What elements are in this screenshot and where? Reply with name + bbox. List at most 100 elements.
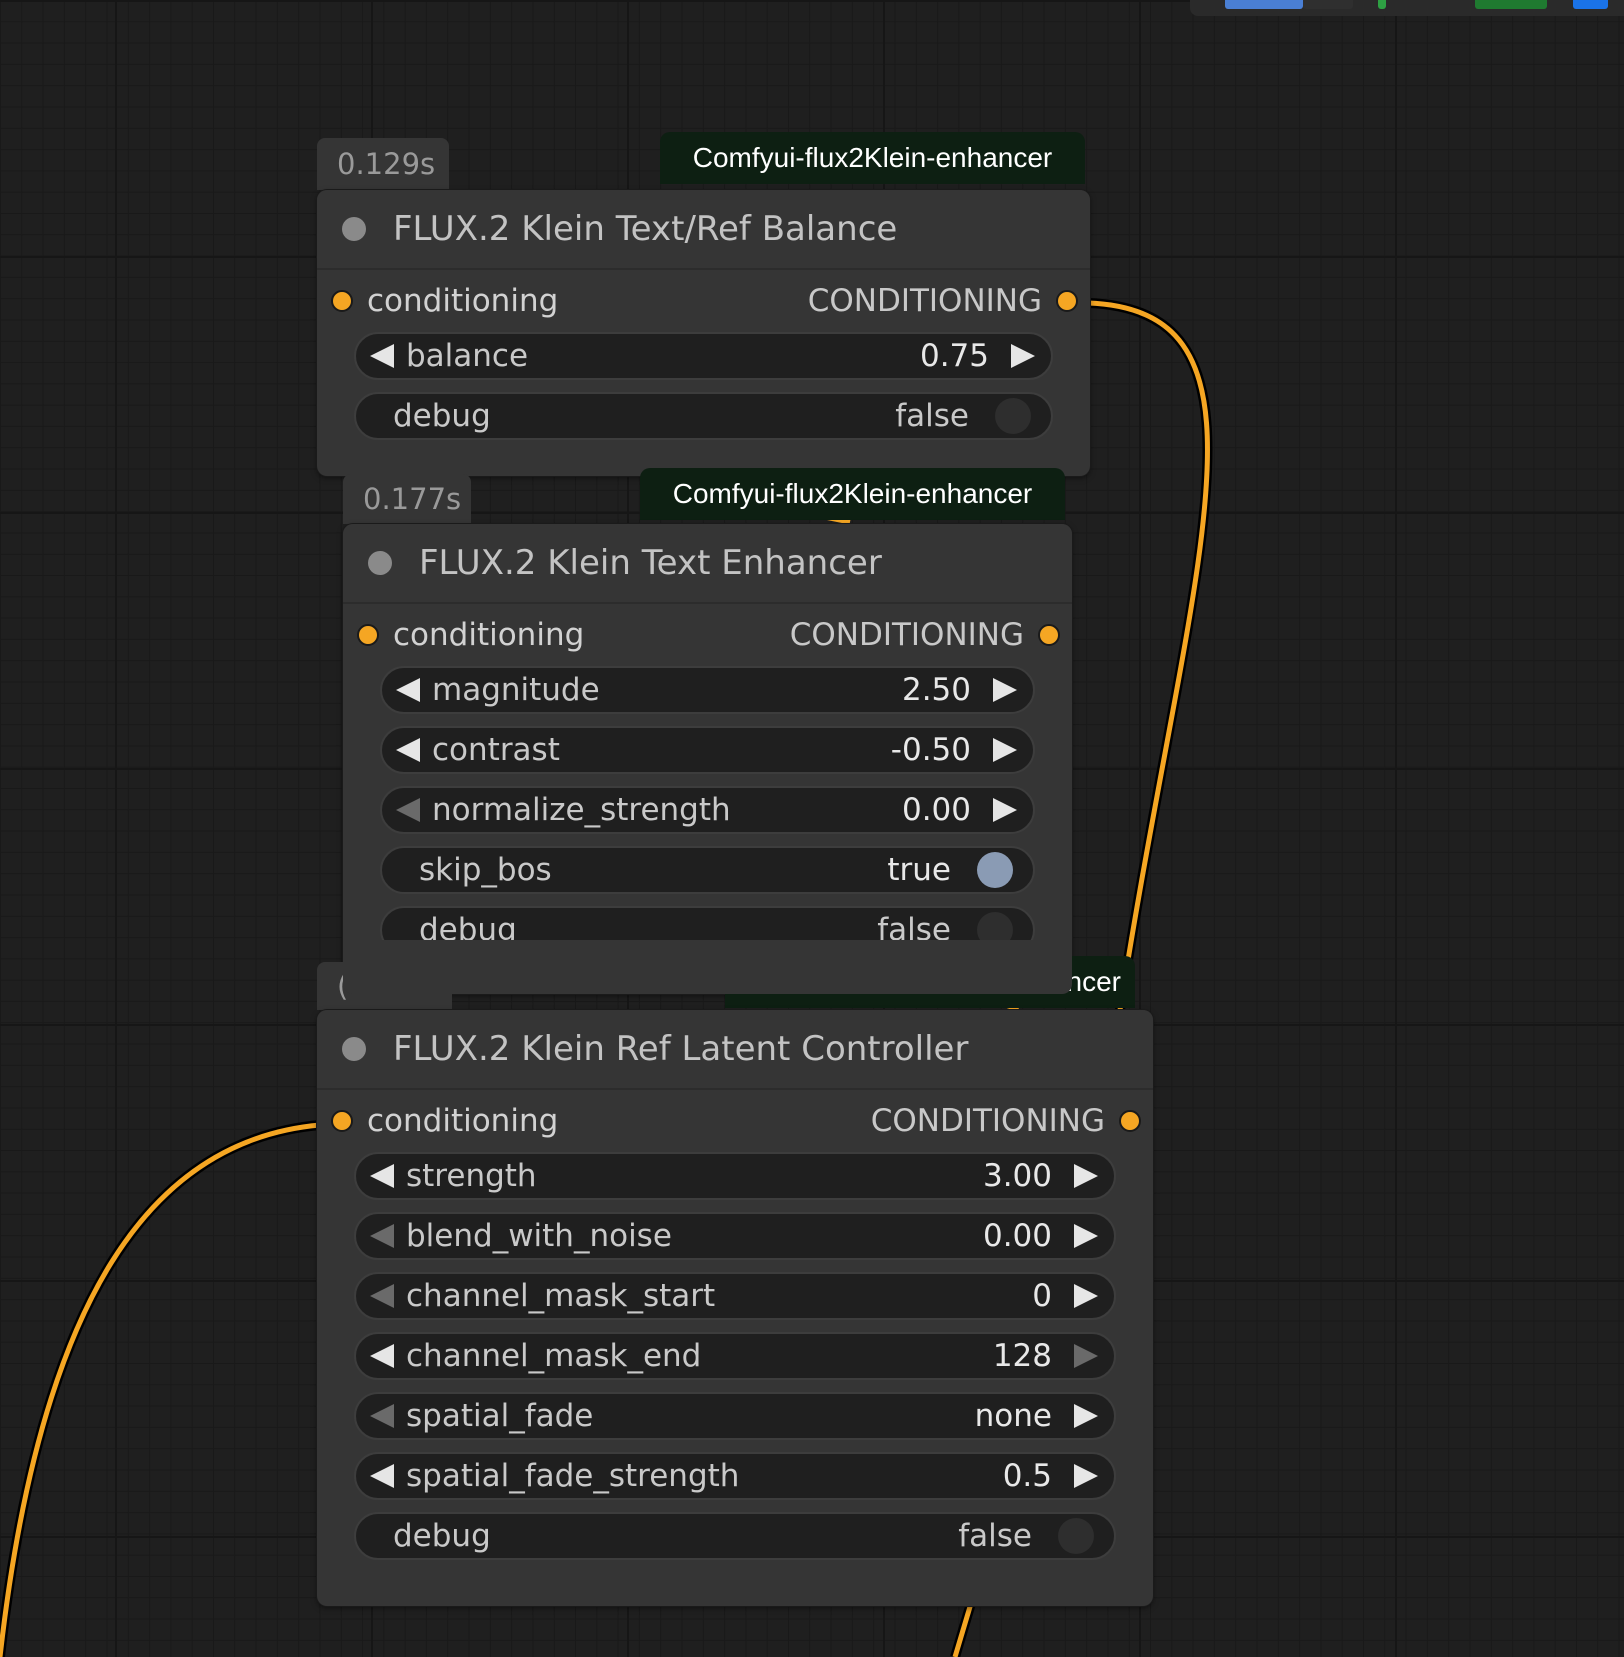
widget-strength[interactable]: strength 3.00	[354, 1152, 1116, 1200]
widget-label: contrast	[432, 732, 560, 768]
node-collapse-dot[interactable]	[368, 551, 392, 575]
graph-canvas[interactable]: 0.129s Comfyui-flux2Klein-enhancer FLUX.…	[0, 0, 1624, 1657]
toggle-knob[interactable]	[1058, 1518, 1094, 1554]
wire-node1-output[interactable]	[1087, 300, 1210, 1011]
input-slot-conditioning[interactable]	[331, 1110, 353, 1132]
node-text-enhancer[interactable]: FLUX.2 Klein Text Enhancer conditioning …	[343, 524, 1072, 994]
wire-node3-input[interactable]	[0, 1120, 321, 1657]
widget-value: 3.00	[982, 1158, 1052, 1194]
output-slot-conditioning[interactable]	[1038, 624, 1060, 646]
decrement-arrow-icon[interactable]	[396, 798, 420, 822]
widget-value: none	[974, 1398, 1052, 1434]
widget-contrast[interactable]: contrast -0.50	[380, 726, 1035, 774]
toolbar-segment[interactable]	[1303, 0, 1353, 9]
widget-skip-bos[interactable]: skip_bos true	[380, 846, 1035, 894]
node-ref-latent-controller[interactable]: FLUX.2 Klein Ref Latent Controller condi…	[317, 1010, 1153, 1606]
output-slot-conditioning[interactable]	[1056, 290, 1078, 312]
wire-node1-output[interactable]	[1087, 298, 1213, 1011]
widget-label: normalize_strength	[432, 792, 731, 828]
top-toolbar	[1190, 0, 1624, 16]
input-label: conditioning	[393, 617, 585, 653]
increment-arrow-icon[interactable]	[993, 738, 1017, 762]
node-collapse-dot[interactable]	[342, 217, 366, 241]
widget-debug[interactable]: debug false	[354, 392, 1053, 440]
node-title-bar[interactable]: FLUX.2 Klein Text/Ref Balance	[317, 190, 1090, 270]
decrement-arrow-icon[interactable]	[396, 738, 420, 762]
widget-normalize-strength[interactable]: normalize_strength 0.00	[380, 786, 1035, 834]
increment-arrow-icon[interactable]	[1074, 1344, 1098, 1368]
increment-arrow-icon[interactable]	[1011, 344, 1035, 368]
decrement-arrow-icon[interactable]	[396, 678, 420, 702]
widget-magnitude[interactable]: magnitude 2.50	[380, 666, 1035, 714]
node-source-badge: Comfyui-flux2Klein-enhancer	[660, 132, 1085, 184]
node-source-badge: Comfyui-flux2Klein-enhancer	[640, 468, 1065, 520]
node-title: FLUX.2 Klein Ref Latent Controller	[393, 1029, 969, 1069]
toolbar-segment[interactable]	[1225, 0, 1303, 9]
widget-value: 128	[992, 1338, 1052, 1374]
node-collapse-dot[interactable]	[342, 1037, 366, 1061]
widget-value: 2.50	[901, 672, 971, 708]
output-slot-conditioning[interactable]	[1119, 1110, 1141, 1132]
decrement-arrow-icon[interactable]	[370, 1344, 394, 1368]
widget-value: 0.75	[919, 338, 989, 374]
widget-value: false	[895, 398, 969, 434]
increment-arrow-icon[interactable]	[1074, 1404, 1098, 1428]
toggle-knob[interactable]	[995, 398, 1031, 434]
widget-label: spatial_fade_strength	[406, 1458, 740, 1494]
input-slot-conditioning[interactable]	[357, 624, 379, 646]
widget-channel-mask-start[interactable]: channel_mask_start 0	[354, 1272, 1116, 1320]
widget-value: true	[887, 852, 951, 888]
node-source-label: ncer	[1066, 966, 1121, 997]
widget-channel-mask-end[interactable]: channel_mask_end 128	[354, 1332, 1116, 1380]
widget-value: 0	[1032, 1278, 1052, 1314]
node-io-row: conditioning CONDITIONING	[317, 1090, 1153, 1152]
input-label: conditioning	[367, 283, 559, 319]
toolbar-segment	[1475, 0, 1547, 9]
node-title: FLUX.2 Klein Text/Ref Balance	[393, 209, 898, 249]
widget-debug[interactable]: debug false	[354, 1512, 1116, 1560]
node-source-label: Comfyui-flux2Klein-enhancer	[692, 142, 1053, 173]
decrement-arrow-icon[interactable]	[370, 1404, 394, 1428]
execution-time: 0.177s	[363, 482, 462, 516]
node-title: FLUX.2 Klein Text Enhancer	[419, 543, 882, 583]
node-title-bar[interactable]: FLUX.2 Klein Text Enhancer	[343, 524, 1072, 604]
widget-label: balance	[406, 338, 529, 374]
decrement-arrow-icon[interactable]	[370, 1464, 394, 1488]
node-io-row: conditioning CONDITIONING	[317, 270, 1090, 332]
widget-label: strength	[406, 1158, 537, 1194]
increment-arrow-icon[interactable]	[1074, 1224, 1098, 1248]
toolbar-segment[interactable]	[1573, 0, 1608, 9]
output-label: CONDITIONING	[789, 617, 1024, 653]
input-slot-conditioning[interactable]	[331, 290, 353, 312]
widget-blend-with-noise[interactable]: blend_with_noise 0.00	[354, 1212, 1116, 1260]
decrement-arrow-icon[interactable]	[370, 344, 394, 368]
widget-value: false	[958, 1518, 1032, 1554]
decrement-arrow-icon[interactable]	[370, 1284, 394, 1308]
widget-label: debug	[393, 1518, 491, 1554]
input-label: conditioning	[367, 1103, 559, 1139]
widget-label: skip_bos	[419, 852, 552, 888]
widget-balance[interactable]: balance 0.75	[354, 332, 1053, 380]
widget-spatial-fade[interactable]: spatial_fade none	[354, 1392, 1116, 1440]
output-label: CONDITIONING	[807, 283, 1042, 319]
node-text-ref-balance[interactable]: FLUX.2 Klein Text/Ref Balance conditioni…	[317, 190, 1090, 476]
toolbar-segment	[1378, 0, 1386, 9]
increment-arrow-icon[interactable]	[993, 798, 1017, 822]
increment-arrow-icon[interactable]	[1074, 1464, 1098, 1488]
toggle-knob[interactable]	[977, 852, 1013, 888]
widget-label: spatial_fade	[406, 1398, 594, 1434]
increment-arrow-icon[interactable]	[993, 678, 1017, 702]
widget-spatial-fade-strength[interactable]: spatial_fade_strength 0.5	[354, 1452, 1116, 1500]
increment-arrow-icon[interactable]	[1074, 1284, 1098, 1308]
widget-label: channel_mask_start	[406, 1278, 716, 1314]
decrement-arrow-icon[interactable]	[370, 1224, 394, 1248]
increment-arrow-icon[interactable]	[1074, 1164, 1098, 1188]
widget-label: channel_mask_end	[406, 1338, 702, 1374]
widget-value: -0.50	[890, 732, 971, 768]
widget-value: 0.00	[982, 1218, 1052, 1254]
node-title-bar[interactable]: FLUX.2 Klein Ref Latent Controller	[317, 1010, 1153, 1090]
decrement-arrow-icon[interactable]	[370, 1164, 394, 1188]
node-io-row: conditioning CONDITIONING	[343, 604, 1072, 666]
widget-label: blend_with_noise	[406, 1218, 672, 1254]
wire-node3-output[interactable]	[952, 1599, 975, 1657]
